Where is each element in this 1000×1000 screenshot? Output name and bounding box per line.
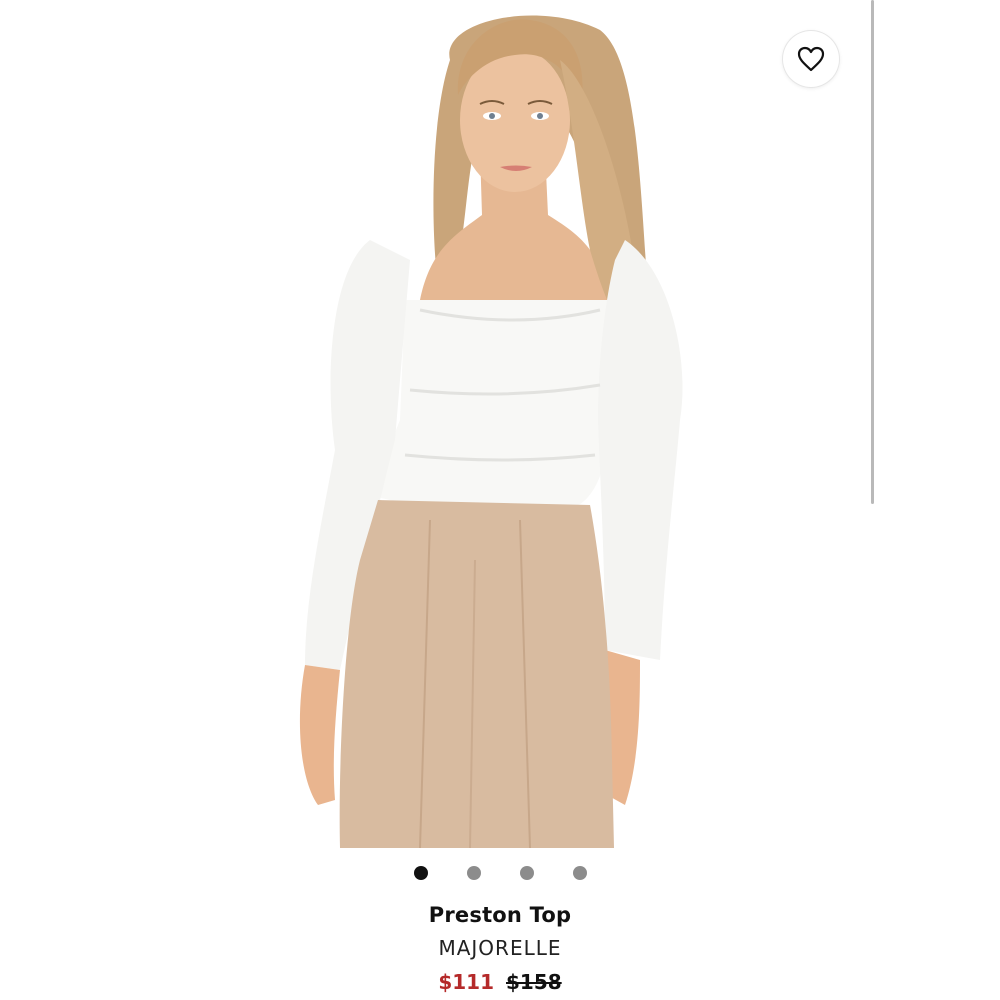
image-pagination <box>0 866 1000 880</box>
original-price: $158 <box>506 970 562 994</box>
product-image[interactable] <box>0 0 872 848</box>
next-image-peek[interactable] <box>876 0 1000 1000</box>
scrollbar-thumb[interactable] <box>871 0 874 504</box>
product-page: Preston Top MAJORELLE $111 $158 <box>0 0 1000 1000</box>
heart-icon <box>797 46 825 72</box>
pagination-dot-3[interactable] <box>519 866 534 880</box>
pagination-dot-2[interactable] <box>466 866 481 880</box>
brand-name[interactable]: MAJORELLE <box>0 933 1000 963</box>
product-info: Preston Top MAJORELLE $111 $158 <box>0 899 1000 998</box>
pagination-dot-1[interactable] <box>413 866 428 880</box>
favorite-button[interactable] <box>783 31 839 87</box>
product-name: Preston Top <box>428 903 572 927</box>
model-photo <box>299 15 683 848</box>
sale-price: $111 <box>438 970 494 994</box>
price-row: $111 $158 <box>0 966 1000 998</box>
pagination-dot-4[interactable] <box>572 866 587 880</box>
